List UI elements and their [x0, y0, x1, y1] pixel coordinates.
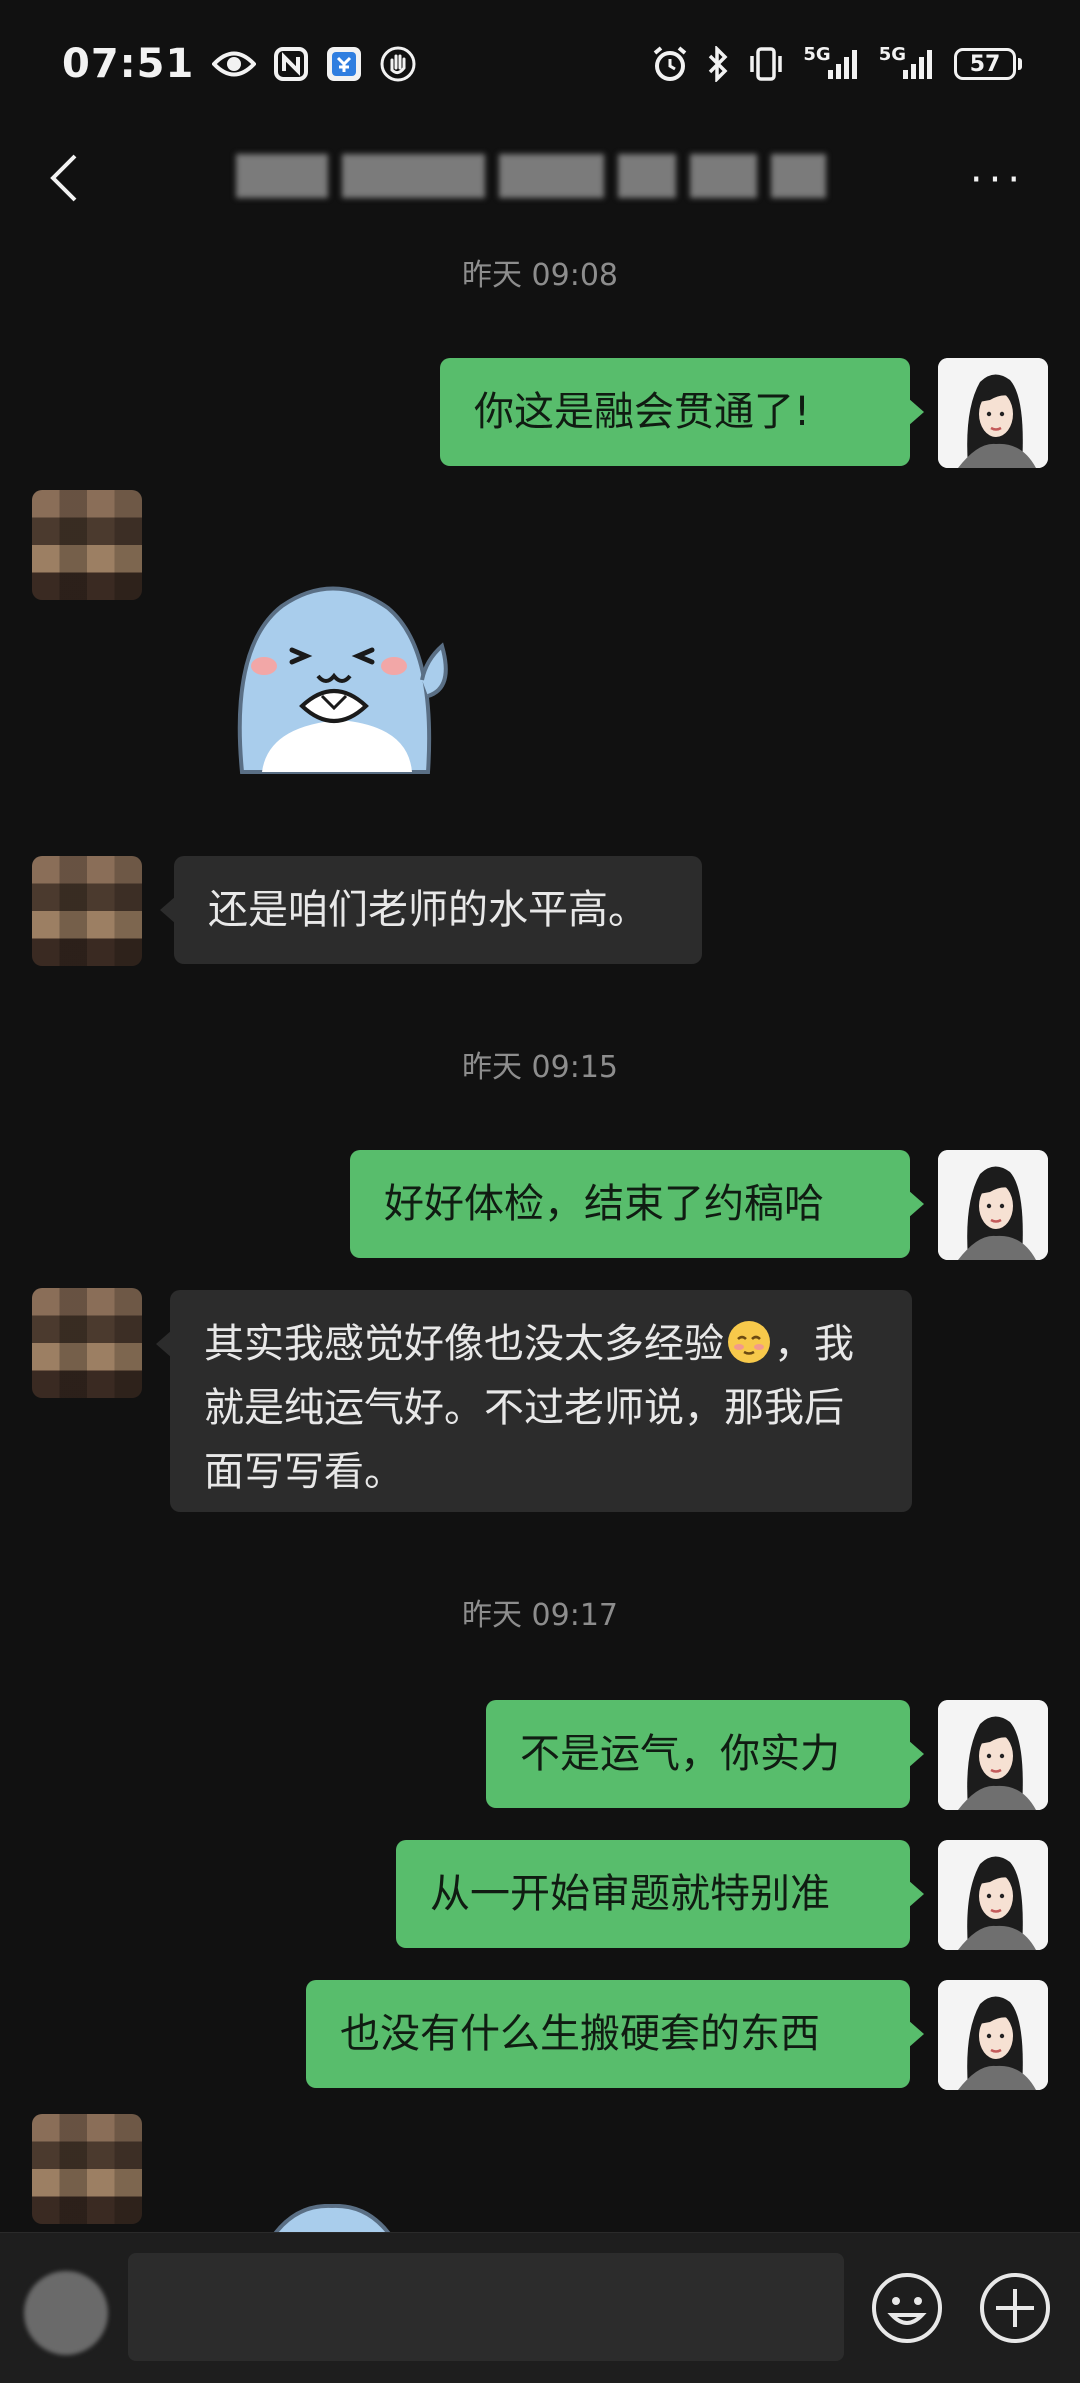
- self-avatar-portrait: [938, 1980, 1048, 2090]
- voice-icon[interactable]: [24, 2271, 108, 2355]
- message-bubble-other[interactable]: 还是咱们老师的水平高。: [160, 856, 702, 964]
- emoji-icon: [872, 2273, 942, 2343]
- avatar[interactable]: [32, 1288, 142, 1398]
- timestamp: 昨天 09:15: [462, 1050, 618, 1085]
- nfc-icon: [274, 47, 309, 81]
- input-bar: [0, 2232, 1080, 2383]
- plus-icon: [980, 2273, 1050, 2343]
- signal-icon: 5G: [879, 44, 936, 80]
- message-bubble-other[interactable]: 其实我感觉好像也没太多经验 ，我就是纯运气好。不过老师说，那我后面写写看。: [156, 1290, 912, 1512]
- network-type-label: 5G: [803, 43, 831, 65]
- status-bar: 07:51 5G 5G 57: [0, 0, 1080, 128]
- plus-button[interactable]: [976, 2269, 1054, 2347]
- message-bubble-self[interactable]: 也没有什么生搬硬套的东西: [306, 1980, 924, 2088]
- blue-dolphin-sticker: [273, 2204, 391, 2232]
- avatar[interactable]: [938, 1840, 1048, 1950]
- timestamp: 昨天 09:17: [462, 1598, 618, 1633]
- message-input[interactable]: [128, 2253, 844, 2361]
- avatar[interactable]: [938, 1980, 1048, 2090]
- avatar[interactable]: [32, 490, 142, 600]
- more-options-button[interactable]: ···: [962, 150, 1034, 210]
- emoji-button[interactable]: [868, 2269, 946, 2347]
- self-avatar-portrait: [938, 1840, 1048, 1950]
- status-left: 07:51: [62, 41, 416, 87]
- status-time: 07:51: [62, 41, 195, 87]
- chat-title-redacted: [236, 144, 826, 208]
- battery-level: 57: [954, 48, 1016, 80]
- message-bubble-self[interactable]: 好好体检，结束了约稿哈: [350, 1150, 924, 1258]
- avatar[interactable]: [938, 1150, 1048, 1260]
- message-bubble-self[interactable]: 你这是融会贯通了!: [440, 358, 924, 466]
- vibrate-icon: [747, 46, 785, 82]
- battery-icon: 57: [954, 48, 1022, 80]
- signal-icon: 5G: [803, 44, 860, 80]
- self-avatar-portrait: [938, 358, 1048, 468]
- sticker-message-partial[interactable]: [262, 2204, 402, 2232]
- hand-icon: [380, 46, 416, 82]
- message-text: 其实我感觉好像也没太多经验: [204, 1321, 724, 1367]
- self-avatar-portrait: [938, 1150, 1048, 1260]
- avatar[interactable]: [32, 2114, 142, 2224]
- eye-icon: [212, 49, 257, 79]
- bluetooth-icon: [707, 46, 729, 82]
- blush-emoji: [728, 1321, 770, 1363]
- chat-header: ···: [0, 128, 1080, 230]
- network-type-label: 5G: [878, 43, 906, 65]
- timestamp: 昨天 09:08: [462, 258, 618, 293]
- self-avatar-portrait: [938, 1700, 1048, 1810]
- chevron-left-icon: [50, 154, 77, 202]
- alarm-icon: [651, 45, 689, 83]
- status-right: 5G 5G 57: [651, 44, 1022, 83]
- avatar[interactable]: [938, 358, 1048, 468]
- blue-dolphin-sticker: [237, 586, 448, 774]
- avatar[interactable]: [938, 1700, 1048, 1810]
- sticker-message[interactable]: [222, 576, 458, 776]
- message-bubble-self[interactable]: 不是运气，你实力: [486, 1700, 924, 1808]
- avatar[interactable]: [32, 856, 142, 966]
- app-notification-icon: [326, 46, 362, 82]
- message-bubble-self[interactable]: 从一开始审题就特别准: [396, 1840, 924, 1948]
- back-button[interactable]: [32, 146, 96, 210]
